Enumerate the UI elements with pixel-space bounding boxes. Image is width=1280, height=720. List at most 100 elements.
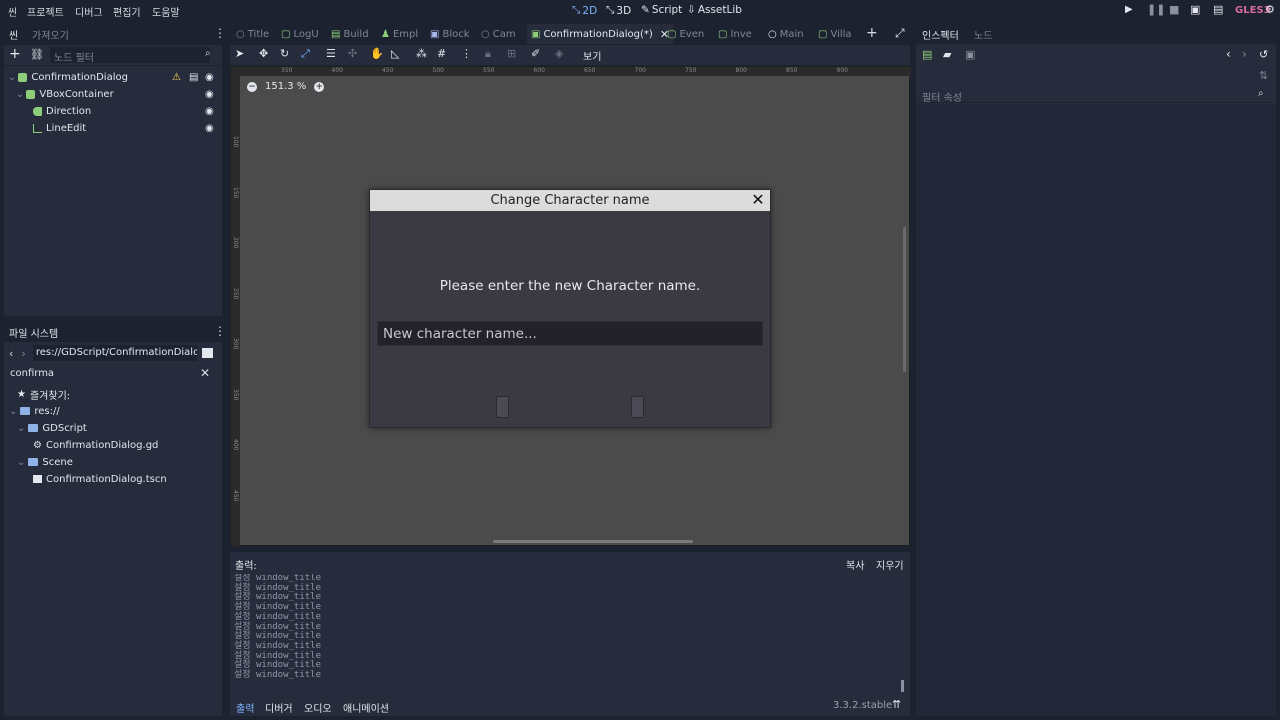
expand-panel-icon[interactable]: ⇈ <box>892 698 901 711</box>
save-icon[interactable]: ▣ <box>965 48 975 61</box>
chevron-down-icon[interactable]: ⌄ <box>16 89 24 100</box>
tab-title[interactable]: ○ Title <box>236 24 269 44</box>
menu-help[interactable]: 도움말 <box>152 4 180 19</box>
vertical-scrollbar[interactable] <box>903 227 906 372</box>
menu-editor[interactable]: 편집기 <box>113 4 141 19</box>
tab-debugger[interactable]: 디버거 <box>265 700 293 715</box>
menu-scene[interactable]: 씬 <box>8 4 17 19</box>
sort-icon[interactable]: ⇅ <box>1259 69 1268 82</box>
canvas-viewport[interactable]: 350 400 450 500 550 600 650 700 750 800 850 900 100… <box>230 66 911 547</box>
warning-icon[interactable]: ⚠ <box>172 72 181 83</box>
dock-menu-icon[interactable]: ⋮ <box>214 324 226 338</box>
script-attached-icon[interactable]: ▤ <box>189 72 198 83</box>
zoom-out-icon[interactable]: − <box>247 81 257 92</box>
move-mode-icon[interactable]: ✥ <box>259 47 268 60</box>
character-name-input[interactable]: New character name... <box>377 321 763 346</box>
tree-item-lineedit[interactable]: LineEdit ◉ <box>33 120 218 136</box>
confirmation-dialog-preview[interactable]: Change Character name ✕ Please enter the… <box>369 189 771 428</box>
tab-main[interactable]: ○ Main <box>768 24 804 44</box>
add-node-icon[interactable]: + <box>9 46 21 62</box>
fs-file-gd[interactable]: ⚙ ConfirmationDialog.gd <box>33 437 158 453</box>
history-forward-icon[interactable]: › <box>1242 47 1247 61</box>
tab-cam[interactable]: ○ Cam <box>481 24 516 44</box>
workspace-assetlib-button[interactable]: ⇩ AssetLib <box>687 4 742 16</box>
path-field[interactable]: res://GDScript/ConfirmationDialog.gd <box>32 345 197 361</box>
history-back-icon[interactable]: ‹ <box>1226 47 1231 61</box>
fs-folder-scene[interactable]: ⌄ Scene <box>17 454 73 470</box>
tab-inve[interactable]: ▢ Inve <box>718 24 752 44</box>
fs-root-item[interactable]: ⌄ res:// <box>9 403 60 419</box>
visibility-eye-icon[interactable]: ◉ <box>205 72 214 83</box>
tab-logu[interactable]: ▢ LogU <box>281 24 319 44</box>
clear-search-icon[interactable]: ✕ <box>200 366 210 380</box>
scale-mode-icon[interactable]: ⤢ <box>301 47 310 61</box>
tree-item-confirmationdialog[interactable]: ⌄ ConfirmationDialog ⚠ ▤ ◉ <box>8 69 218 85</box>
forward-icon[interactable]: › <box>21 347 25 360</box>
copy-button[interactable]: 복사 <box>846 557 864 572</box>
new-resource-icon[interactable]: ▤ <box>922 48 932 61</box>
visibility-eye-icon[interactable]: ◉ <box>205 89 214 100</box>
tab-import[interactable]: 가져오기 <box>32 27 69 42</box>
output-log[interactable]: 설정 window_title 설정 window_title 설정 windo… <box>234 574 902 692</box>
link-icon[interactable]: ⛓ <box>30 48 44 61</box>
history-icon[interactable]: ↺ <box>1259 48 1268 61</box>
tab-confirmationdialog[interactable]: ▣ ConfirmationDialog(*) ✕ <box>527 24 674 44</box>
tab-audio[interactable]: 오디오 <box>304 700 332 715</box>
output-scrollbar[interactable] <box>901 680 904 692</box>
workspace-script-button[interactable]: ✎ Script <box>641 4 682 16</box>
lock-icon[interactable]: 🔒︎ <box>485 47 491 61</box>
tab-villa[interactable]: ▢ Villa <box>818 24 852 44</box>
open-folder-icon[interactable]: ▰ <box>943 48 951 61</box>
zoom-in-icon[interactable]: + <box>314 81 325 92</box>
skeleton-icon[interactable]: ✐ <box>531 47 540 60</box>
close-icon[interactable]: ✕ <box>750 192 766 208</box>
menu-project[interactable]: 프로젝트 <box>27 4 64 19</box>
workspace-3d-button[interactable]: ⤡ 3D <box>606 4 631 17</box>
smart-snap-icon[interactable]: ⁂ <box>416 47 427 60</box>
distraction-free-icon[interactable]: ⤢ <box>895 26 905 41</box>
dock-menu-icon[interactable]: ⋮ <box>214 26 226 40</box>
filesystem-title[interactable]: 파일 시스템 <box>9 325 58 340</box>
stop-icon[interactable]: ■ <box>1169 3 1179 16</box>
settings-icon[interactable]: ⚙ <box>1265 3 1275 16</box>
group-icon[interactable]: ⊞ <box>507 47 516 60</box>
play-scene-icon[interactable]: ▣ <box>1190 3 1200 16</box>
split-view-icon[interactable] <box>201 348 213 358</box>
cancel-button[interactable] <box>631 396 644 418</box>
view-menu-button[interactable]: 보기 <box>583 48 601 63</box>
add-tab-icon[interactable]: + <box>866 25 878 41</box>
pivot-icon[interactable]: ✣ <box>348 47 357 60</box>
tab-scene[interactable]: 씬 <box>9 27 18 42</box>
visibility-eye-icon[interactable]: ◉ <box>205 106 214 117</box>
ok-button[interactable] <box>496 396 509 418</box>
horizontal-scrollbar[interactable] <box>493 540 693 543</box>
play-custom-scene-icon[interactable]: ▤ <box>1213 3 1223 16</box>
back-icon[interactable]: ‹ <box>9 347 13 360</box>
tab-even[interactable]: ▢ Even <box>667 24 704 44</box>
clear-button[interactable]: 지우기 <box>876 557 904 572</box>
tab-block[interactable]: ▣ Block <box>430 24 470 44</box>
file-search-input[interactable]: confirma <box>10 368 200 379</box>
node-filter-input[interactable]: 노드 필터 <box>50 47 210 64</box>
chevron-down-icon[interactable]: ⌄ <box>9 406 17 417</box>
tab-inspector[interactable]: 인스펙터 <box>922 27 959 42</box>
play-icon[interactable]: ▶ <box>1125 4 1133 15</box>
chevron-down-icon[interactable]: ⌄ <box>8 72 16 83</box>
chevron-down-icon[interactable]: ⌄ <box>17 457 25 468</box>
rotate-mode-icon[interactable]: ↻ <box>280 47 289 60</box>
menu-debug[interactable]: 디버그 <box>75 4 103 19</box>
pan-hand-icon[interactable]: ✋ <box>370 47 384 60</box>
fs-folder-gdscript[interactable]: ⌄ GDScript <box>17 420 87 436</box>
tree-item-direction[interactable]: Direction ◉ <box>33 103 218 119</box>
favorites-item[interactable]: ★ 즐겨찾기: <box>17 386 70 402</box>
snap-options-icon[interactable]: ⋮ <box>461 47 472 60</box>
tree-item-vboxcontainer[interactable]: ⌄ VBoxContainer ◉ <box>16 86 218 102</box>
ruler-icon[interactable]: ◺ <box>391 47 399 60</box>
tab-node[interactable]: 노드 <box>974 27 992 42</box>
tab-animation[interactable]: 애니메이션 <box>343 700 389 715</box>
tab-output[interactable]: 출력 <box>236 700 254 715</box>
pause-icon[interactable]: ❚❚ <box>1147 3 1165 16</box>
select-mode-icon[interactable]: ➤ <box>235 47 244 60</box>
workspace-2d-button[interactable]: ⤡ 2D <box>572 4 597 17</box>
chevron-down-icon[interactable]: ⌄ <box>17 423 25 434</box>
